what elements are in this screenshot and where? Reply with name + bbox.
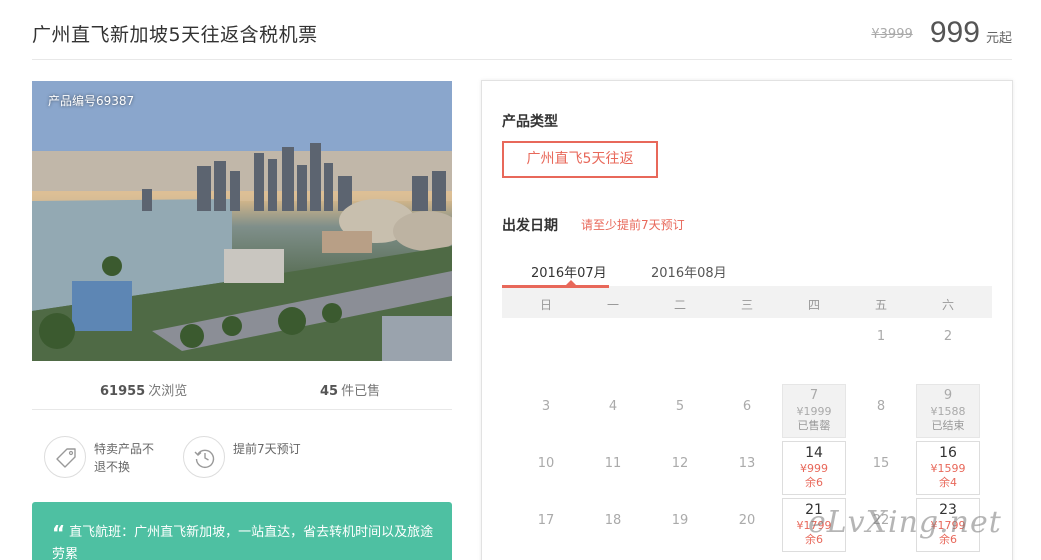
product-number: 产品编号69387 [48, 94, 135, 108]
weekday-label: 四 [807, 298, 820, 312]
calendar-day: 19 [648, 498, 712, 552]
product-type-option[interactable]: 广州直飞5天往返 [502, 141, 658, 178]
calendar-day: 15 [849, 441, 913, 495]
day-number: 11 [604, 456, 622, 471]
day-number: 19 [671, 513, 689, 528]
clock-history-icon [194, 449, 215, 468]
weekday-label: 一 [606, 298, 619, 312]
day-number: 16 [939, 445, 957, 461]
calendar-day-available: 7 ¥1999 已售罄 [782, 384, 846, 438]
day-price: ¥1588 [930, 405, 966, 418]
calendar-day: 18 [581, 498, 645, 552]
weekday-label: 五 [874, 298, 887, 312]
tab-month-august[interactable]: 2016年08月 [651, 262, 727, 281]
highlight-quote: “直飞航班：广州直飞新加坡，一站直达，省去转机时间以及旅途劳累 [32, 502, 452, 560]
day-number: 12 [671, 456, 689, 471]
calendar-day-available[interactable]: 16 ¥1599 余4 [916, 441, 980, 495]
day-number: 7 [809, 388, 819, 403]
calendar-day: 12 [648, 441, 712, 495]
calendar-day: 6 [715, 384, 779, 438]
weekday-label: 二 [673, 298, 686, 312]
active-tab-arrow-icon [566, 280, 576, 285]
product-type-label: 产品类型 [502, 114, 558, 130]
calendar-day: 5 [648, 384, 712, 438]
page-title: 广州直飞新加坡5天往返含税机票 [32, 24, 318, 46]
day-number: 10 [537, 456, 555, 471]
day-price: ¥1999 [796, 405, 832, 418]
day-number: 17 [537, 513, 555, 528]
calendar-day: 1 [849, 314, 913, 368]
departure-hint: 请至少提前7天预订 [581, 218, 685, 232]
price-suffix: 元起 [985, 31, 1012, 46]
day-number: 14 [805, 445, 823, 461]
page-header: 广州直飞新加坡5天往返含税机票 ¥3999 999 元起 [32, 0, 1012, 60]
feature-text: 特卖产品不退不换 [94, 442, 155, 474]
day-number: 5 [675, 399, 685, 414]
weekday-label: 六 [941, 298, 954, 312]
sold-count-value: 45 [320, 384, 339, 399]
calendar-day: 8 [849, 384, 913, 438]
view-count: 61955 次浏览 [100, 380, 187, 399]
calendar-day: 3 [514, 384, 578, 438]
feature-icon-circle [183, 436, 225, 478]
singapore-skyline-image [32, 81, 452, 361]
day-number: 2 [943, 329, 953, 344]
sold-count-label: 件已售 [341, 384, 381, 399]
original-price: ¥3999 [871, 27, 913, 42]
quote-mark-icon: “ [52, 521, 66, 545]
calendar-day-available: 9 ¥1588 已结束 [916, 384, 980, 438]
view-count-label: 次浏览 [148, 384, 188, 399]
watermark: eLvXing.net [808, 505, 1002, 540]
feature-icon-circle [44, 436, 86, 478]
booking-panel: 产品类型 广州直飞5天往返 出发日期 请至少提前7天预订 2016年07月 20… [481, 80, 1013, 560]
product-stats: 61955 次浏览 45 件已售 [32, 372, 452, 410]
day-price: ¥999 [800, 462, 828, 475]
calendar-day: 13 [715, 441, 779, 495]
calendar-day: 10 [514, 441, 578, 495]
day-number: 4 [608, 399, 618, 414]
tab-month-july[interactable]: 2016年07月 [531, 262, 607, 281]
departure-date-label: 出发日期 [502, 218, 558, 234]
calendar-day: 4 [581, 384, 645, 438]
weekday-label: 日 [539, 298, 552, 312]
product-photo: 产品编号69387 [32, 81, 452, 361]
day-number: 20 [738, 513, 756, 528]
calendar-day: 20 [715, 498, 779, 552]
day-remark: 余6 [805, 476, 823, 489]
tag-icon [56, 448, 76, 468]
day-remark: 已结束 [931, 419, 965, 432]
calendar-day: 11 [581, 441, 645, 495]
day-number: 18 [604, 513, 622, 528]
current-price: 999 [929, 16, 980, 49]
day-number: 9 [943, 388, 953, 403]
day-number: 15 [872, 456, 890, 471]
sold-count: 45 件已售 [320, 380, 380, 399]
day-remark: 余4 [939, 476, 957, 489]
day-remark: 已售罄 [797, 419, 831, 432]
price-block: ¥3999 999 元起 [871, 16, 1012, 50]
calendar-day: 17 [514, 498, 578, 552]
calendar-day-available[interactable]: 14 ¥999 余6 [782, 441, 846, 495]
weekday-label: 三 [740, 298, 753, 312]
day-number: 8 [876, 399, 886, 414]
day-number: 1 [876, 329, 886, 344]
view-count-value: 61955 [100, 384, 146, 399]
calendar-day: 2 [916, 314, 980, 368]
day-number: 13 [738, 456, 756, 471]
feature-text: 提前7天预订 [233, 442, 301, 456]
day-price: ¥1599 [930, 462, 966, 475]
day-number: 3 [541, 399, 551, 414]
quote-text: 直飞航班：广州直飞新加坡，一站直达，省去转机时间以及旅途劳累 [52, 525, 434, 560]
day-number: 6 [742, 399, 752, 414]
